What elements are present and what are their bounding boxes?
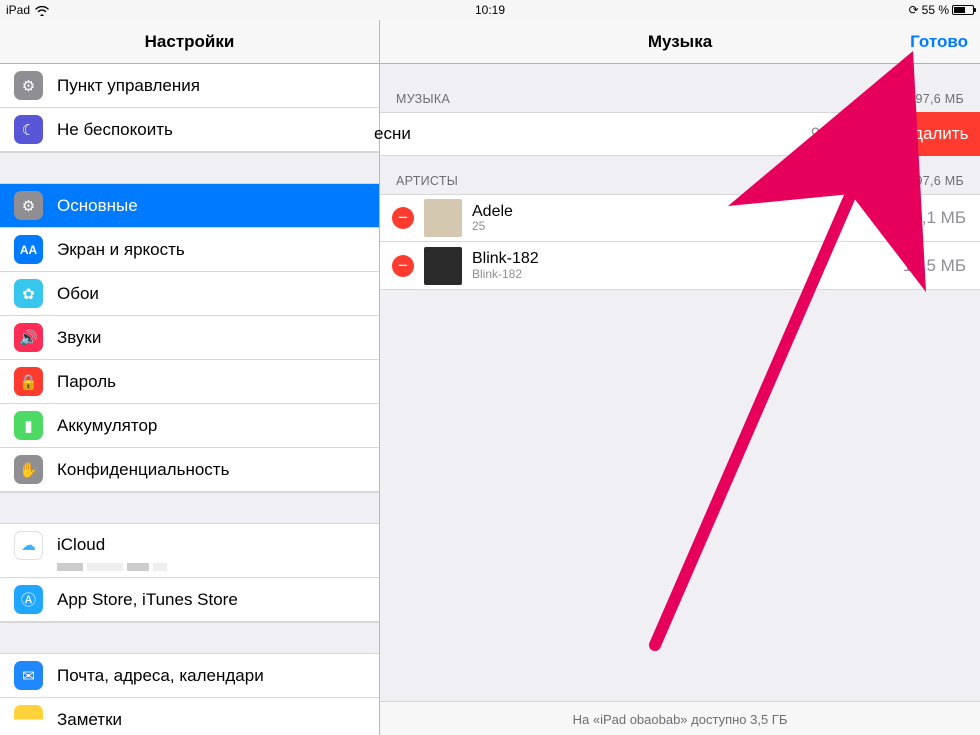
- artist-row[interactable]: − Blink-182 Blink-182 19,5 МБ: [380, 242, 980, 290]
- artist-name: Blink-182: [472, 250, 539, 268]
- moon-icon: ☾: [14, 115, 43, 144]
- sidebar-item-appstore[interactable]: Ⓐ App Store, iTunes Store: [0, 578, 379, 622]
- remove-icon[interactable]: −: [392, 207, 414, 229]
- artist-row[interactable]: − Adele 25 78,1 МБ: [380, 194, 980, 242]
- sidebar-item-sounds[interactable]: 🔊 Звуки: [0, 316, 379, 360]
- section-gap: [0, 492, 379, 524]
- sidebar-item-display[interactable]: AA Экран и яркость: [0, 228, 379, 272]
- gear-icon: ⚙︎: [14, 191, 43, 220]
- sidebar-item-passcode[interactable]: 🔒 Пароль: [0, 360, 379, 404]
- toggles-icon: ⚙: [14, 71, 43, 100]
- sidebar-item-battery[interactable]: ▮ Аккумулятор: [0, 404, 379, 448]
- sidebar-item-notes[interactable]: Заметки: [0, 698, 379, 735]
- album-art: [424, 247, 462, 285]
- section-header-music: МУЗЫКА 97,6 МБ: [380, 64, 980, 112]
- songs-label: есни: [374, 124, 411, 144]
- notes-icon: [14, 705, 43, 734]
- sidebar-item-control-center[interactable]: ⚙ Пункт управления: [0, 64, 379, 108]
- storage-footer: На «iPad obaobab» доступно 3,5 ГБ: [380, 701, 980, 735]
- songs-size: 97,6 МБ: [811, 124, 888, 144]
- remove-icon[interactable]: −: [392, 255, 414, 277]
- artist-subtitle: Blink-182: [472, 268, 539, 281]
- text-size-icon: AA: [14, 235, 43, 264]
- section-gap: [0, 152, 379, 184]
- status-time: 10:19: [0, 3, 980, 17]
- detail-pane: Музыка Готово МУЗЫКА 97,6 МБ есни 97,6 М…: [380, 20, 980, 735]
- delete-button[interactable]: Удалить: [892, 112, 980, 156]
- artist-size: 19,5 МБ: [903, 256, 980, 276]
- done-button[interactable]: Готово: [910, 32, 968, 52]
- sidebar-item-do-not-disturb[interactable]: ☾ Не беспокоить: [0, 108, 379, 152]
- sidebar-item-mail[interactable]: ✉︎ Почта, адреса, календари: [0, 654, 379, 698]
- detail-title: Музыка: [648, 32, 712, 52]
- songs-row[interactable]: есни 97,6 МБ Удалить: [380, 112, 980, 156]
- hand-icon: ✋: [14, 455, 43, 484]
- settings-list[interactable]: ⚙ Пункт управления ☾ Не беспокоить ⚙︎ Ос…: [0, 64, 379, 735]
- lock-icon: 🔒: [14, 367, 43, 396]
- sidebar-title: Настройки: [145, 32, 235, 52]
- settings-sidebar: Настройки ⚙ Пункт управления ☾ Не беспок…: [0, 20, 380, 735]
- icloud-subline: [57, 563, 167, 571]
- cloud-icon: ☁︎: [14, 531, 43, 560]
- sidebar-navbar: Настройки: [0, 20, 379, 64]
- appstore-icon: Ⓐ: [14, 585, 43, 614]
- artists-list: − Adele 25 78,1 МБ − Blink-182 Blink-182: [380, 194, 980, 290]
- sidebar-item-general[interactable]: ⚙︎ Основные: [0, 184, 379, 228]
- artist-size: 78,1 МБ: [903, 208, 980, 228]
- sidebar-item-privacy[interactable]: ✋ Конфиденциальность: [0, 448, 379, 492]
- mail-icon: ✉︎: [14, 661, 43, 690]
- status-bar: iPad 10:19 ⟳ 55 %: [0, 0, 980, 20]
- detail-navbar: Музыка Готово: [380, 20, 980, 64]
- section-gap: [0, 622, 379, 654]
- section-header-artists: АРТИСТЫ 97,6 МБ: [380, 156, 980, 194]
- battery-icon: ▮: [14, 411, 43, 440]
- album-art: [424, 199, 462, 237]
- sidebar-item-icloud[interactable]: ☁︎ iCloud: [0, 524, 379, 578]
- flower-icon: ✿: [14, 279, 43, 308]
- speaker-icon: 🔊: [14, 323, 43, 352]
- artist-subtitle: 25: [472, 220, 513, 233]
- artist-name: Adele: [472, 203, 513, 221]
- battery-icon: [952, 5, 974, 15]
- sidebar-item-wallpaper[interactable]: ✿ Обои: [0, 272, 379, 316]
